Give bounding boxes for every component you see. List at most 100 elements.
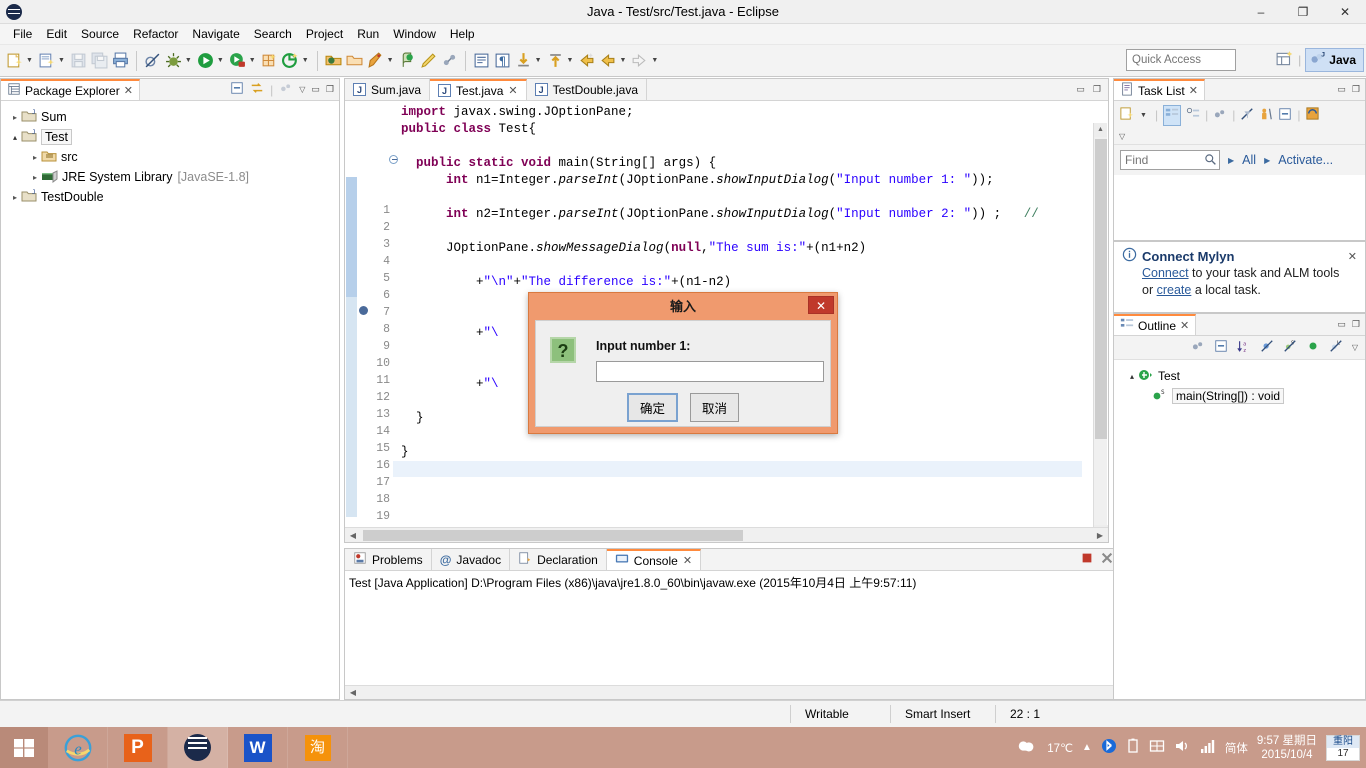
tab-console[interactable]: Console ✕ <box>606 549 702 570</box>
save-all-icon[interactable] <box>89 49 110 73</box>
chevron-right-icon[interactable]: ▶ <box>1264 156 1270 165</box>
synchronize-icon[interactable] <box>1305 106 1320 124</box>
quick-access-input[interactable] <box>1126 49 1236 71</box>
taskbar-app-taobao[interactable]: 淘 <box>288 727 348 768</box>
close-button[interactable]: ✕ <box>1324 0 1366 24</box>
sort-icon[interactable]: az <box>1237 339 1251 357</box>
back-nav-icon[interactable] <box>597 49 618 73</box>
close-icon[interactable]: ✕ <box>1180 319 1189 332</box>
chevron-down-icon[interactable]: ▼ <box>387 57 394 64</box>
person-icon[interactable] <box>1259 107 1273 124</box>
chevron-down-icon[interactable]: ▼ <box>619 57 626 64</box>
perspective-java-button[interactable]: J Java <box>1305 48 1364 72</box>
search-icon[interactable] <box>1204 153 1217 169</box>
ime-label[interactable]: 简体 <box>1225 740 1248 756</box>
chevron-down-icon[interactable]: ▼ <box>1140 112 1147 119</box>
chevron-down-icon[interactable]: ▼ <box>567 57 574 64</box>
run-coverage-icon[interactable] <box>227 49 248 73</box>
maximize-button[interactable]: ❐ <box>1282 0 1324 24</box>
minimize-icon[interactable]: ▭ <box>1337 84 1346 95</box>
view-menu-focus-icon[interactable] <box>279 81 293 98</box>
scroll-left-icon[interactable]: ◀ <box>345 531 361 540</box>
editor-tab-test-java[interactable]: J Test.java ✕ <box>430 79 527 100</box>
menu-help[interactable]: Help <box>443 25 482 43</box>
view-menu-icon[interactable]: ▽ <box>1119 132 1360 141</box>
open-perspective-icon[interactable] <box>1276 50 1294 71</box>
tab-problems[interactable]: Problems <box>345 549 432 570</box>
scrollbar-thumb[interactable] <box>1095 139 1107 439</box>
collapse-all-icon[interactable] <box>1278 107 1292 124</box>
outline-item-test[interactable]: ▴ Test <box>1114 366 1365 386</box>
forward-icon[interactable] <box>629 49 650 73</box>
chevron-right-icon[interactable]: ▸ <box>29 173 41 182</box>
maximize-icon[interactable]: ❐ <box>326 84 334 95</box>
taskbar-clock[interactable]: 9:57 星期日 2015/10/4 <box>1257 734 1317 762</box>
dialog-cancel-button[interactable]: 取消 <box>690 393 740 422</box>
link-icon[interactable] <box>439 49 460 73</box>
chevron-down-icon[interactable]: ▴ <box>9 133 21 142</box>
external-tools-icon[interactable] <box>280 49 301 73</box>
menu-window[interactable]: Window <box>386 25 443 43</box>
new-java-class-icon[interactable] <box>36 49 57 73</box>
maximize-icon[interactable]: ❐ <box>1352 84 1360 95</box>
menu-source[interactable]: Source <box>74 25 126 43</box>
windows-start-icon[interactable] <box>0 727 48 768</box>
outline-item-main[interactable]: S main(String[]) : void <box>1114 386 1365 406</box>
chevron-right-icon[interactable]: ▸ <box>9 113 21 122</box>
print-icon[interactable] <box>110 49 131 73</box>
open-task-icon[interactable] <box>344 49 365 73</box>
chevron-down-icon[interactable]: ▼ <box>26 57 33 64</box>
task-filter-activate[interactable]: Activate... <box>1278 153 1333 167</box>
editor-tab-testdouble-java[interactable]: J TestDouble.java <box>526 79 647 100</box>
taskbar-app-eclipse[interactable] <box>168 727 228 768</box>
chevron-down-icon[interactable]: ▼ <box>185 57 192 64</box>
dialog-close-button[interactable]: ✕ <box>808 296 834 314</box>
close-icon[interactable]: ✕ <box>124 84 133 97</box>
tab-outline[interactable]: Outline ✕ <box>1114 314 1197 335</box>
menu-project[interactable]: Project <box>299 25 350 43</box>
bluetooth-icon[interactable] <box>1101 738 1117 757</box>
minimize-button[interactable]: – <box>1240 0 1282 24</box>
volume-icon[interactable] <box>1174 738 1191 757</box>
tree-item-jre-system-library[interactable]: ▸ JRE System Library [JavaSE-1.8] <box>1 167 339 187</box>
scheduled-icon[interactable] <box>1186 107 1200 124</box>
debug-icon[interactable] <box>163 49 184 73</box>
next-annotation-icon[interactable] <box>513 49 534 73</box>
save-icon[interactable] <box>68 49 89 73</box>
minimize-icon[interactable]: ▭ <box>311 84 320 95</box>
scrollbar-thumb[interactable] <box>363 529 743 541</box>
focus-icon[interactable] <box>1191 339 1205 356</box>
search-icon[interactable] <box>365 49 386 73</box>
editor-horizontal-scrollbar[interactable]: ◀ ▶ <box>345 527 1108 542</box>
menu-file[interactable]: File <box>6 25 39 43</box>
tree-item-sum[interactable]: ▸ J Sum <box>1 107 339 127</box>
chevron-right-icon[interactable]: ▸ <box>9 193 21 202</box>
hide-static-icon[interactable]: S <box>1283 339 1297 356</box>
view-menu-icon[interactable]: ▽ <box>299 85 305 94</box>
hide-fields-icon[interactable] <box>1260 339 1274 356</box>
scroll-up-icon[interactable]: ▲ <box>1094 123 1107 137</box>
pencil-icon[interactable] <box>418 49 439 73</box>
new-task-icon[interactable] <box>1119 106 1134 124</box>
cloud-icon[interactable] <box>1016 738 1038 757</box>
tree-item-src[interactable]: ▸ src <box>1 147 339 167</box>
maximize-icon[interactable]: ❐ <box>1352 319 1360 330</box>
connect-link[interactable]: Connect <box>1142 266 1189 280</box>
hide-local-types-icon[interactable]: L <box>1329 339 1343 356</box>
chevron-down-icon[interactable]: ▼ <box>535 57 542 64</box>
menu-edit[interactable]: Edit <box>39 25 74 43</box>
collapse-all-icon[interactable] <box>1214 339 1228 356</box>
chevron-down-icon[interactable]: ▼ <box>249 57 256 64</box>
task-filter-all[interactable]: All <box>1242 153 1256 167</box>
chevron-down-icon[interactable]: ▼ <box>302 57 309 64</box>
minimize-icon[interactable]: ▭ <box>1076 84 1085 95</box>
code-folding-toggle-icon[interactable] <box>389 155 398 164</box>
taskbar-app-wps-writer[interactable]: W <box>228 727 288 768</box>
signal-icon[interactable] <box>1200 738 1216 757</box>
input-dialog[interactable]: 输入 ✕ ? Input number 1: 确定 取消 <box>528 292 838 434</box>
create-link[interactable]: create <box>1157 283 1192 297</box>
editor-vertical-scrollbar[interactable]: ▲ ▼ <box>1093 123 1108 539</box>
pilcrow-icon[interactable]: ¶ <box>492 49 513 73</box>
tab-declaration[interactable]: Declaration <box>510 549 607 570</box>
open-type-icon[interactable] <box>323 49 344 73</box>
